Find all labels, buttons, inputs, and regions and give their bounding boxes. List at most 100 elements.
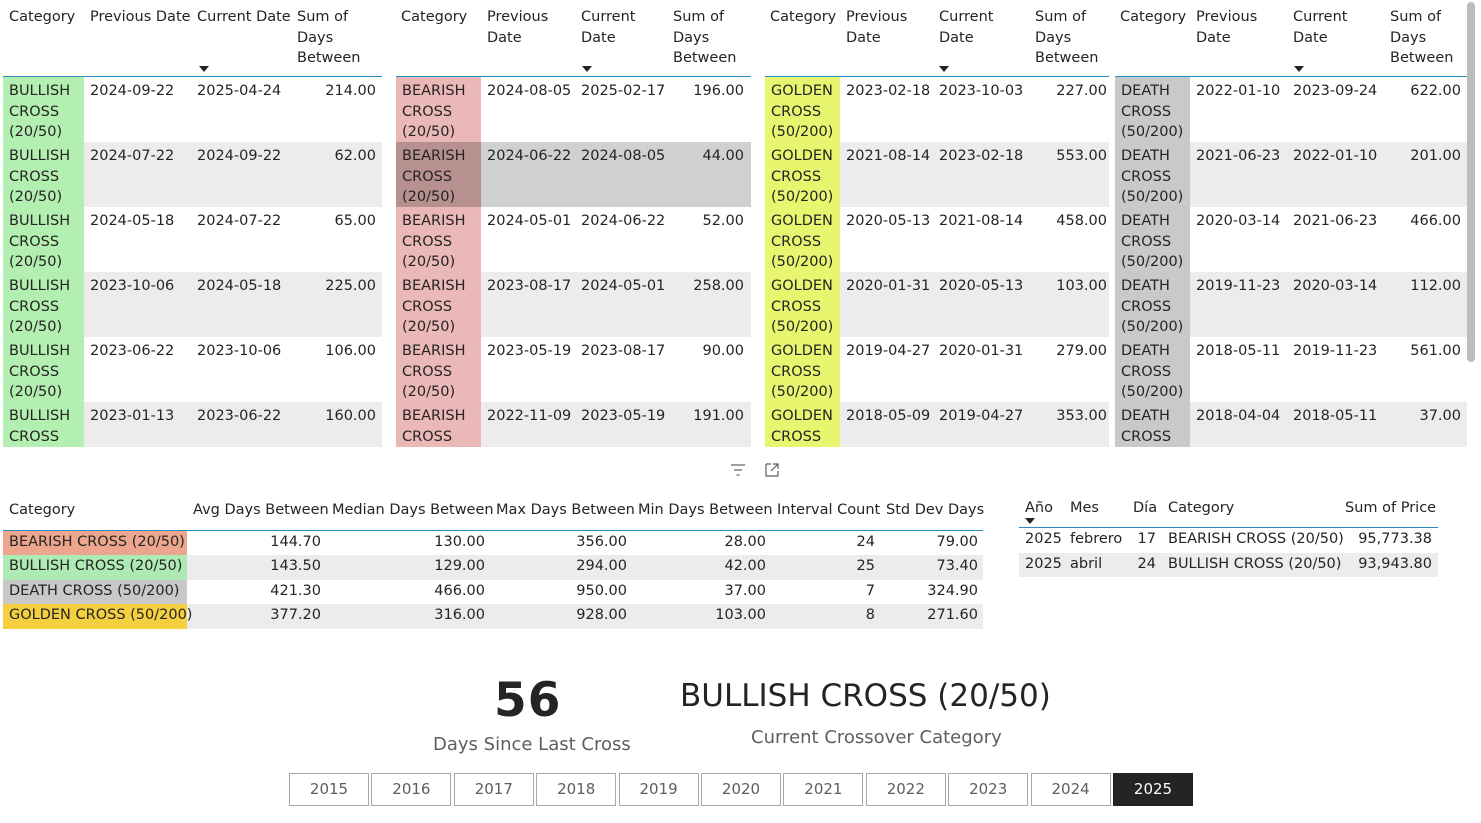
category-cell: GOLDENCROSS(50/200) [765, 337, 840, 402]
current-date-cell: 2022-01-10 [1293, 148, 1378, 164]
col-header-category[interactable]: Category [401, 7, 481, 28]
category-word: GOLDEN [771, 83, 833, 99]
day-cell: 17 [1137, 531, 1156, 547]
avg-days-cell: 144.70 [270, 534, 321, 550]
table-row[interactable]: BULLISH CROSS (20/50) 2023-10-06 2024-05-18 2… [3, 272, 382, 337]
table-row[interactable]: GOLDEN CROSS (50/200) 2021-08-14 2023-02-18 5… [765, 142, 1109, 207]
table-row[interactable]: GOLDEN CROSS (50/200) 2023-02-18 2023-10-03 2… [765, 77, 1109, 142]
category-word: (20/50) [402, 254, 456, 270]
table-row[interactable]: BEARISH CROSS (20/50) 2024-08-05 2025-02-17 1… [396, 77, 751, 142]
col-header-current-date[interactable]: Current Date [581, 7, 653, 48]
table-row[interactable]: BULLISH CROSS (20/50) 2024-09-22 2025-04-24 2… [3, 77, 382, 142]
table-row[interactable]: BULLISH CROSS (20/50) 2024-07-22 2024-09-22 6… [3, 142, 382, 207]
category-word: CROSS [402, 233, 453, 250]
col-header-sum-days[interactable]: Sum of Days Between [1390, 7, 1462, 69]
category-word: CROSS [9, 168, 60, 185]
year-button-2023[interactable]: 2023 [948, 773, 1029, 806]
category-cell: DEATH CROSS (50/200) [1115, 142, 1190, 207]
table-row[interactable]: GOLDEN CROSS (50/200) 377.20 316.00 928.00 1… [3, 604, 983, 629]
table-row[interactable]: DEATH CROSS (50/200) 2021-06-23 2022-01-10 20… [1115, 142, 1467, 207]
col-header-previous-date[interactable]: Previous Date [1196, 7, 1268, 48]
stats-table-header: Category Avg Days Between Median Days Be… [3, 496, 984, 531]
table-row[interactable]: DEATH CROSS (50/200) 2019-11-23 2020-03-14 11… [1115, 272, 1467, 337]
table-row[interactable]: 2025 abril BULLISH CROSS (20/50) 24 93,943.8… [1019, 552, 1438, 577]
category-cell: BULLISH CROSS (20/50) [3, 272, 84, 337]
year-button-2022[interactable]: 2022 [865, 773, 946, 806]
year-button-2019[interactable]: 2019 [618, 773, 699, 806]
table-row[interactable]: GOLDEN CROSS (50/200) 2020-05-13 2021-08-14 4… [765, 207, 1109, 272]
focus-mode-icon[interactable] [763, 461, 781, 479]
current-date-cell: 2019-11-23 [1293, 343, 1378, 359]
col-header-previous-date[interactable]: Previous Date [846, 7, 918, 48]
col-header-median-days[interactable]: Median Days Between [332, 502, 494, 518]
col-header-sum-days[interactable]: Sum of Days Between [673, 7, 745, 69]
col-header-category[interactable]: Category [1120, 7, 1200, 28]
table-row[interactable]: DEATHCROSS(50/200)2018-04-042018-05-1137… [1115, 402, 1467, 447]
col-header-sum-days[interactable]: Sum of Days Between [297, 7, 367, 69]
table-row[interactable]: BEARISH CROSS (20/50) 2024-06-22 2024-08-05 4… [396, 142, 751, 207]
table-row[interactable]: 2025 febrero BEARISH CROSS (20/50) 17 95,773… [1019, 528, 1438, 553]
year-cell: 2025 [1025, 531, 1062, 547]
col-header-current-date[interactable]: Current Date [1293, 7, 1365, 48]
category-word: BEARISH [402, 148, 466, 164]
previous-date-cell: 2020-01-31 [846, 278, 931, 294]
table-row[interactable]: GOLDEN CROSS (50/200) 2020-01-31 2020-05-13 1… [765, 272, 1109, 337]
col-header-year[interactable]: Año [1025, 500, 1053, 516]
col-header-std-dev[interactable]: Std Dev Days [886, 502, 984, 518]
previous-date-cell: 2021-06-23 [1196, 148, 1281, 164]
table-row[interactable]: DEATH CROSS (50/200) 2020-03-14 2021-06-23 46… [1115, 207, 1467, 272]
table-row[interactable]: GOLDEN CROSS (50/200) 2019-04-27 2020-01-31 2… [765, 337, 1109, 402]
col-header-current-date[interactable]: Current Date [939, 7, 1011, 48]
category-word: CROSS [771, 363, 822, 380]
year-button-2016[interactable]: 2016 [371, 773, 452, 806]
bearish-cross-table: Category Previous Date Current Date Sum of … [396, 0, 751, 447]
col-header-min-days[interactable]: Min Days Between [638, 502, 773, 518]
table-row[interactable]: GOLDENCROSS(50/200)2018-05-092019-04-273… [765, 402, 1109, 447]
table-row[interactable]: DEATH CROSS (50/200) 2022-01-10 2023-09-24 62… [1115, 77, 1467, 142]
table-row[interactable]: BULLISH CROSS (20/50) 2023-06-22 2023-10-06 1… [3, 337, 382, 402]
filter-icon[interactable] [729, 461, 747, 479]
vertical-scrollbar[interactable] [1467, 2, 1475, 362]
year-button-2015[interactable]: 2015 [289, 773, 369, 806]
table-row[interactable]: BULLISHCROSS(20/50)2023-01-132023-06-221… [3, 402, 382, 447]
table-row[interactable]: DEATH CROSS (50/200) 2018-05-11 2019-11-23 56… [1115, 337, 1467, 402]
col-header-sum-days[interactable]: Sum of Days Between [1035, 7, 1107, 69]
year-button-2025[interactable]: 2025 [1113, 773, 1193, 806]
category-cell: GOLDENCROSS(50/200) [765, 402, 840, 447]
col-header-month[interactable]: Mes [1070, 500, 1099, 516]
col-header-day[interactable]: Día [1133, 500, 1157, 516]
year-button-2021[interactable]: 2021 [783, 773, 864, 806]
table-row[interactable]: BEARISHCROSS(20/50)2022-11-092023-05-191… [396, 402, 751, 447]
col-header-sum-price[interactable]: Sum of Price [1345, 500, 1436, 516]
category-word: (20/50) [9, 384, 63, 400]
year-button-2017[interactable]: 2017 [453, 773, 534, 806]
col-header-interval-count[interactable]: Interval Count [777, 502, 880, 518]
col-header-previous-date[interactable]: Previous Date [90, 7, 200, 28]
year-button-2024[interactable]: 2024 [1030, 773, 1111, 806]
table-row[interactable]: BULLISH CROSS (20/50) 2024-05-18 2024-07-22 6… [3, 207, 382, 272]
year-button-2018[interactable]: 2018 [536, 773, 617, 806]
col-header-current-date[interactable]: Current Date [197, 7, 307, 28]
stats-table: Category Avg Days Between Median Days Be… [3, 496, 984, 629]
month-cell: febrero [1070, 531, 1123, 547]
table-row[interactable]: BEARISH CROSS (20/50) 144.70 130.00 356.00 2… [3, 531, 983, 556]
col-header-category[interactable]: Category [1168, 500, 1234, 516]
table-row[interactable]: BEARISH CROSS (20/50) 2023-08-17 2024-05-01 2… [396, 272, 751, 337]
col-header-category[interactable]: Category [9, 7, 89, 28]
col-header-avg-days[interactable]: Avg Days Between [193, 502, 329, 518]
category-word: CROSS [1121, 298, 1172, 315]
table-row[interactable]: BEARISH CROSS (20/50) 2024-05-01 2024-06-22 5… [396, 207, 751, 272]
table-row[interactable]: BULLISH CROSS (20/50) 143.50 129.00 294.00 4… [3, 555, 983, 580]
current-date-cell: 2021-08-14 [939, 213, 1024, 229]
previous-date-cell: 2022-11-09 [487, 408, 572, 424]
year-button-2020[interactable]: 2020 [701, 773, 781, 806]
table-row[interactable]: BEARISH CROSS (20/50) 2023-05-19 2023-08-17 9… [396, 337, 751, 402]
table-row[interactable]: DEATH CROSS (50/200) 421.30 466.00 950.00 37… [3, 579, 983, 605]
col-header-max-days[interactable]: Max Days Between [496, 502, 635, 518]
year-cell: 2025 [1025, 555, 1062, 572]
col-header-category[interactable]: Category [9, 502, 75, 518]
category-cell: BEARISH CROSS (20/50) [396, 207, 481, 272]
category-word: CROSS [771, 233, 822, 250]
col-header-previous-date[interactable]: Previous Date [487, 7, 559, 48]
col-header-category[interactable]: Category [770, 7, 850, 28]
